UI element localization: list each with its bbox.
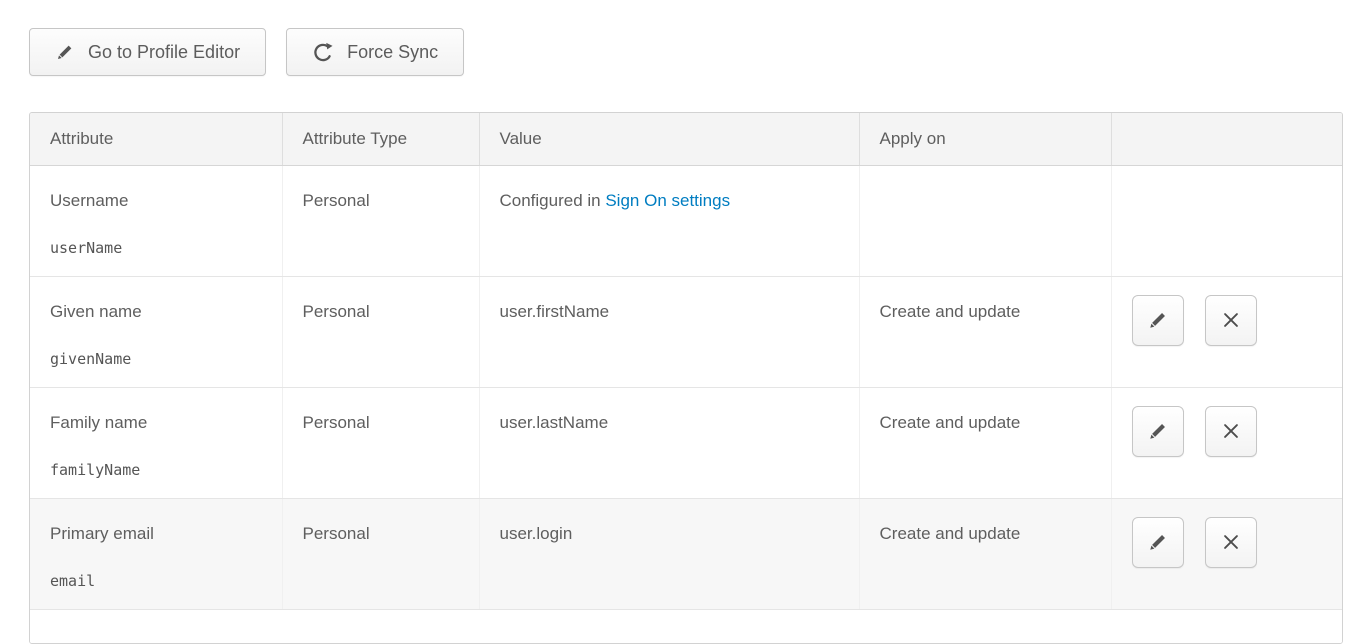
- attribute-variable: userName: [50, 239, 262, 257]
- go-to-profile-editor-button[interactable]: Go to Profile Editor: [29, 28, 266, 76]
- actions-cell: [1111, 165, 1342, 276]
- attribute-type-cell: Personal: [282, 498, 479, 609]
- apply-on-cell: [859, 165, 1111, 276]
- edit-attribute-button[interactable]: [1132, 406, 1184, 457]
- delete-attribute-button[interactable]: [1205, 406, 1257, 457]
- edit-attribute-button[interactable]: [1132, 295, 1184, 346]
- column-header-attribute-type: Attribute Type: [282, 113, 479, 165]
- attribute-label: Username: [50, 191, 262, 211]
- value-cell: Configured in Sign On settings: [479, 165, 859, 276]
- value-cell: user.lastName: [479, 387, 859, 498]
- apply-on-cell: Create and update: [859, 498, 1111, 609]
- value-prefix-text: Configured in: [500, 191, 606, 210]
- table-row: Primary email email Personal user.login …: [30, 498, 1342, 609]
- apply-on-cell: Create and update: [859, 387, 1111, 498]
- attribute-cell: Primary email email: [30, 498, 282, 609]
- close-icon: [1220, 309, 1242, 331]
- go-to-profile-editor-label: Go to Profile Editor: [88, 42, 240, 63]
- pencil-icon: [1147, 420, 1169, 442]
- delete-attribute-button[interactable]: [1205, 295, 1257, 346]
- table-header-row: Attribute Attribute Type Value Apply on: [30, 113, 1342, 165]
- actions-cell: [1111, 498, 1342, 609]
- attribute-label: Primary email: [50, 524, 262, 544]
- table-row: Family name familyName Personal user.las…: [30, 387, 1342, 498]
- attribute-variable: givenName: [50, 350, 262, 368]
- actions-cell: [1111, 387, 1342, 498]
- attribute-cell: Family name familyName: [30, 387, 282, 498]
- table-row: Given name givenName Personal user.first…: [30, 276, 1342, 387]
- attribute-type-cell: Personal: [282, 387, 479, 498]
- close-icon: [1220, 531, 1242, 553]
- attribute-cell: Username userName: [30, 165, 282, 276]
- sign-on-settings-link[interactable]: Sign On settings: [605, 191, 730, 210]
- column-header-actions: [1111, 113, 1342, 165]
- apply-on-cell: Create and update: [859, 276, 1111, 387]
- actions-cell: [1111, 276, 1342, 387]
- column-header-value: Value: [479, 113, 859, 165]
- pencil-icon: [1147, 531, 1169, 553]
- value-cell: user.firstName: [479, 276, 859, 387]
- empty-cell: [30, 609, 1342, 643]
- column-header-attribute: Attribute: [30, 113, 282, 165]
- attribute-mapping-table: Attribute Attribute Type Value Apply on …: [29, 112, 1343, 644]
- toolbar: Go to Profile Editor Force Sync: [29, 28, 1370, 76]
- refresh-icon: [312, 41, 334, 63]
- delete-attribute-button[interactable]: [1205, 517, 1257, 568]
- attribute-variable: email: [50, 572, 262, 590]
- attribute-label: Given name: [50, 302, 262, 322]
- force-sync-label: Force Sync: [347, 42, 438, 63]
- table-row: Username userName Personal Configured in…: [30, 165, 1342, 276]
- attribute-type-cell: Personal: [282, 165, 479, 276]
- pencil-icon: [1147, 309, 1169, 331]
- close-icon: [1220, 420, 1242, 442]
- attribute-type-cell: Personal: [282, 276, 479, 387]
- attribute-cell: Given name givenName: [30, 276, 282, 387]
- column-header-apply-on: Apply on: [859, 113, 1111, 165]
- attribute-label: Family name: [50, 413, 262, 433]
- pencil-icon: [55, 42, 75, 62]
- edit-attribute-button[interactable]: [1132, 517, 1184, 568]
- value-cell: user.login: [479, 498, 859, 609]
- force-sync-button[interactable]: Force Sync: [286, 28, 464, 76]
- attribute-variable: familyName: [50, 461, 262, 479]
- table-row: [30, 609, 1342, 643]
